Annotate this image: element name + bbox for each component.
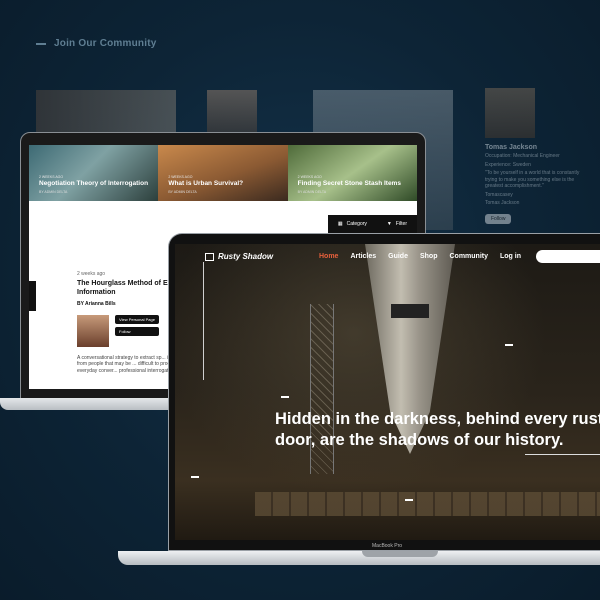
decor-tick [505, 344, 513, 346]
decor-line [203, 262, 204, 380]
view-page-button[interactable]: View Personal Page [115, 314, 159, 324]
laptop-notch [362, 551, 438, 557]
tile-author: BY ADMIN DELTA [297, 190, 327, 194]
logo-icon [205, 252, 214, 261]
featured-strip: 2 WEEKS AGO Negotiation Theory of Interr… [29, 145, 417, 201]
author-avatar [77, 314, 109, 347]
tile-title[interactable]: Finding Secret Stone Stash Items [298, 180, 401, 187]
avatar [485, 88, 535, 138]
profile-quote: "To be yourself in a world that is const… [485, 170, 580, 189]
headline-line: door, are the shadows of our history. [275, 431, 564, 450]
tile-title[interactable]: Negotiation Theory of Interrogation [39, 180, 148, 187]
filter-label: Filter [395, 221, 407, 227]
tile-date: 2 WEEKS AGO [168, 175, 193, 179]
category-button[interactable]: ▦ Category [327, 215, 377, 233]
filter-button[interactable]: ▼ Filter [376, 215, 417, 233]
category-label: Category [346, 221, 367, 227]
tile-author: BY ADMIN DELTA [168, 190, 197, 194]
search-input[interactable] [536, 250, 600, 263]
main-menu: Home Articles Guide Shop Community Log i… [319, 253, 521, 260]
cockpit-window [391, 304, 429, 318]
site-navbar: Rusty Shadow Home Articles Guide Shop Co… [175, 244, 600, 270]
nav-guide[interactable]: Guide [388, 253, 408, 260]
brand-logo[interactable]: Rusty Shadow [205, 252, 273, 261]
nav-shop[interactable]: Shop [420, 253, 438, 260]
front-laptop: Rusty Shadow Home Articles Guide Shop Co… [168, 233, 600, 551]
nav-home[interactable]: Home [319, 253, 338, 260]
profile-name: Tomas Jackson [485, 144, 538, 151]
device-label: MacBook Pro [372, 543, 403, 549]
community-title: Join Our Community [54, 38, 157, 49]
decor-tick [281, 396, 289, 398]
tile-author: BY ADMIN DELTA [39, 190, 68, 194]
profile-card: Tomas Jackson Occupation: Mechanical Eng… [485, 88, 585, 224]
profile-link-1[interactable]: Tomascasey [485, 192, 585, 199]
tile-date: 2 WEEKS AGO [39, 175, 64, 179]
brand-name: Rusty Shadow [218, 252, 274, 261]
nav-login[interactable]: Log in [500, 253, 521, 260]
funnel-icon: ▼ [386, 221, 392, 227]
hero-headline: Hidden in the darkness, behind every rus… [275, 409, 600, 451]
site-screen: Rusty Shadow Home Articles Guide Shop Co… [175, 244, 600, 540]
decor-tick [405, 499, 413, 501]
ghost-image-1 [36, 90, 176, 135]
follow-button[interactable]: Follow [115, 326, 159, 336]
featured-tile[interactable]: 2 WEEKS AGO Negotiation Theory of Interr… [29, 145, 159, 201]
featured-tile[interactable]: 2 WEEKS AGO Finding Secret Stone Stash I… [287, 145, 417, 201]
profile-role: Occupation: Mechanical Engineer [485, 153, 560, 159]
nav-community[interactable]: Community [449, 253, 488, 260]
nav-articles[interactable]: Articles [350, 253, 376, 260]
profile-follow-button[interactable]: Follow [485, 213, 512, 224]
decor-tick [191, 476, 199, 478]
featured-tile[interactable]: 2 WEEKS AGO What is Urban Survival? BY A… [158, 145, 288, 201]
dash-icon [36, 42, 46, 45]
author-actions: View Personal Page Follow [115, 314, 159, 347]
ghost-image-2 [207, 90, 257, 132]
floor-image [255, 492, 600, 516]
filter-bar: ▦ Category ▼ Filter [327, 215, 417, 233]
tile-title[interactable]: What is Urban Survival? [168, 180, 243, 187]
profile-link-2[interactable]: Tomas Jackson [485, 200, 585, 207]
profile-location: Experience: Sweden [485, 161, 531, 168]
tile-date: 2 WEEKS AGO [297, 175, 322, 179]
side-tab[interactable] [29, 281, 36, 311]
grid-icon: ▦ [337, 221, 343, 227]
front-laptop-base [118, 551, 600, 565]
community-heading: Join Our Community [36, 38, 157, 49]
headline-line: Hidden in the darkness, behind every rus… [275, 410, 600, 428]
decor-line [525, 454, 600, 455]
